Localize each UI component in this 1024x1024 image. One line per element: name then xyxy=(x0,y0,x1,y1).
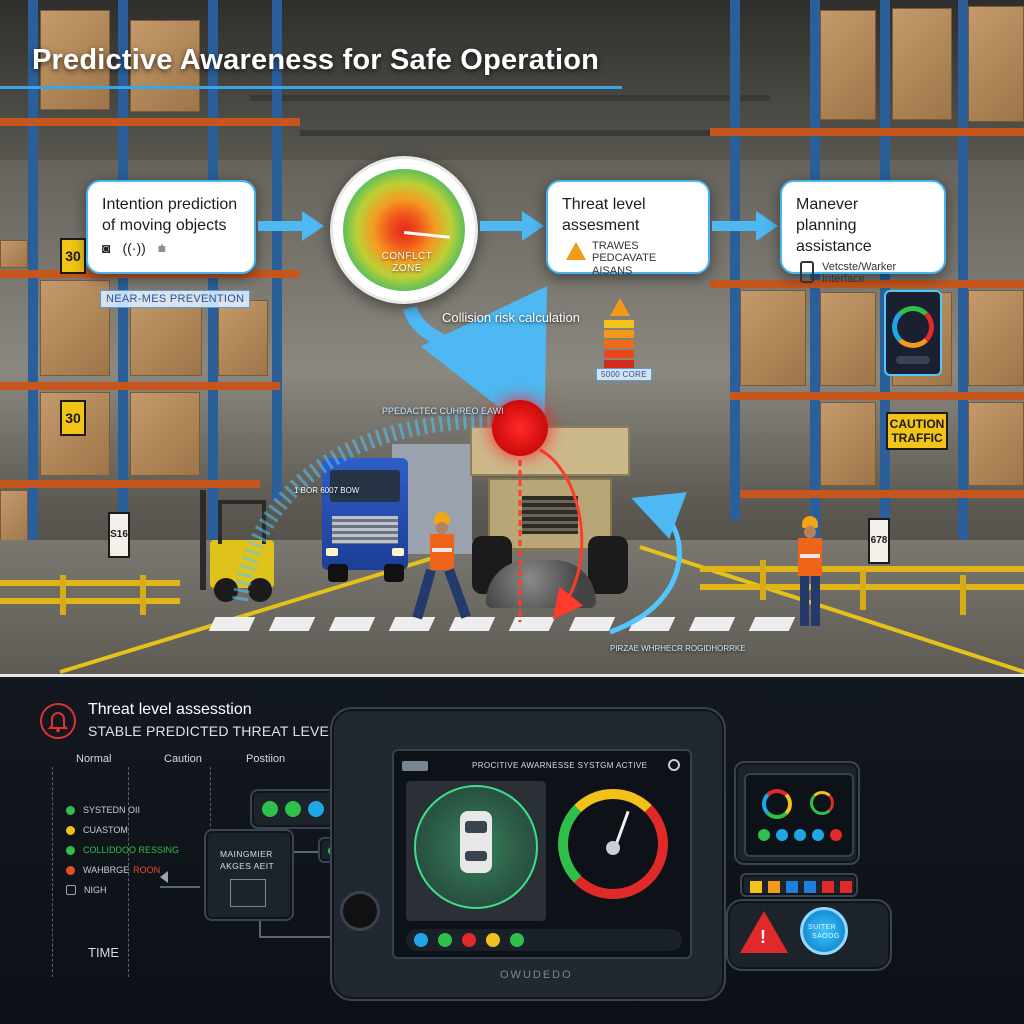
predicted-path-left xyxy=(232,412,501,602)
display-status-bar xyxy=(406,929,682,951)
camera-icon: ◙ xyxy=(102,240,111,256)
conflict-zone-gauge: CONFLCT ZONE xyxy=(330,156,478,304)
vehicle-icon xyxy=(460,811,492,873)
truck-id-label: 1 BOR 6007 BOW xyxy=(294,486,360,495)
status-lamp xyxy=(262,801,278,817)
status-lamp xyxy=(285,801,301,817)
square-lamp-row xyxy=(740,873,858,897)
module-icon xyxy=(230,879,266,907)
status-lamp xyxy=(462,933,476,947)
predicted-path-label: PPEDACTEC CUHREO EAWI xyxy=(382,406,504,416)
tablet-icon xyxy=(800,261,814,283)
warning-icon xyxy=(566,242,586,260)
control-knob[interactable] xyxy=(340,891,380,931)
main-console: PROCITIVE AWARNESSE SYSTGM ACTIVE OWUDED… xyxy=(330,707,726,1001)
warehouse-scene: 30 30 S16 678 CAUTION TRAFFIC Predictive… xyxy=(0,0,1024,674)
trajectory-label: PIRZAE WHRHECR ROGIDHORRKE xyxy=(610,644,746,653)
status-lamp xyxy=(794,829,806,841)
status-lamp xyxy=(438,933,452,947)
risk-warning-icon xyxy=(610,298,630,316)
predicted-path-right xyxy=(609,492,687,635)
status-lamp xyxy=(758,829,770,841)
handheld-device xyxy=(884,290,942,376)
display-header: PROCITIVE AWARNESSE SYSTGM ACTIVE xyxy=(472,761,648,770)
risk-score-badge: 5000 CORE xyxy=(596,368,652,381)
device-gauge xyxy=(892,306,934,348)
top-down-view xyxy=(406,781,546,921)
near-miss-tag: NEAR-MES PREVENTION xyxy=(100,290,251,308)
threat-gauge xyxy=(558,789,668,899)
menu-button[interactable] xyxy=(402,761,428,771)
status-lamp xyxy=(414,933,428,947)
maneuver-planning-card: Manever planning assistance Vetcste/Wark… xyxy=(780,180,946,285)
console-brand: OWUDEDO xyxy=(500,969,573,981)
status-lamp xyxy=(776,829,788,841)
flow-arrow xyxy=(480,211,544,241)
lidar-icon: ⩧ xyxy=(157,240,166,256)
radar-icon: ((·)) xyxy=(122,240,146,256)
conflict-arrow xyxy=(539,448,584,620)
mini-gauge xyxy=(762,789,792,819)
control-pod: ! SUITER SAOOG xyxy=(726,899,892,971)
status-lamp xyxy=(812,829,824,841)
confirm-button[interactable]: SUITER SAOOG xyxy=(800,907,848,955)
intention-prediction-card: Intention prediction of moving objects ◙… xyxy=(86,180,256,274)
threat-dashboard-panel: Threat level assesstion STABLE PREDICTED… xyxy=(0,674,1024,1024)
status-lamp xyxy=(510,933,524,947)
page-title: Predictive Awareness for Safe Operation xyxy=(32,44,600,76)
threat-level-card: Threat level assesment TRAWES PEDCAVATE … xyxy=(546,180,710,277)
secondary-display xyxy=(734,761,860,865)
status-lamp xyxy=(486,933,500,947)
collision-risk-label: Collision risk calculation xyxy=(442,310,580,325)
title-underline xyxy=(0,86,622,89)
mini-gauge xyxy=(810,791,834,815)
status-lamp xyxy=(830,829,842,841)
flow-arrow xyxy=(712,211,778,241)
flow-arrow xyxy=(258,211,324,241)
prediction-overlay xyxy=(232,286,687,635)
main-display: PROCITIVE AWARNESSE SYSTGM ACTIVE xyxy=(392,749,692,959)
status-lamp xyxy=(308,801,324,817)
manager-module: MAINGMIER AKGES AEIT xyxy=(204,829,294,921)
infographic: 30 30 S16 678 CAUTION TRAFFIC Predictive… xyxy=(0,0,1024,1024)
settings-icon[interactable] xyxy=(668,759,680,771)
hazard-icon: ! xyxy=(760,927,766,947)
